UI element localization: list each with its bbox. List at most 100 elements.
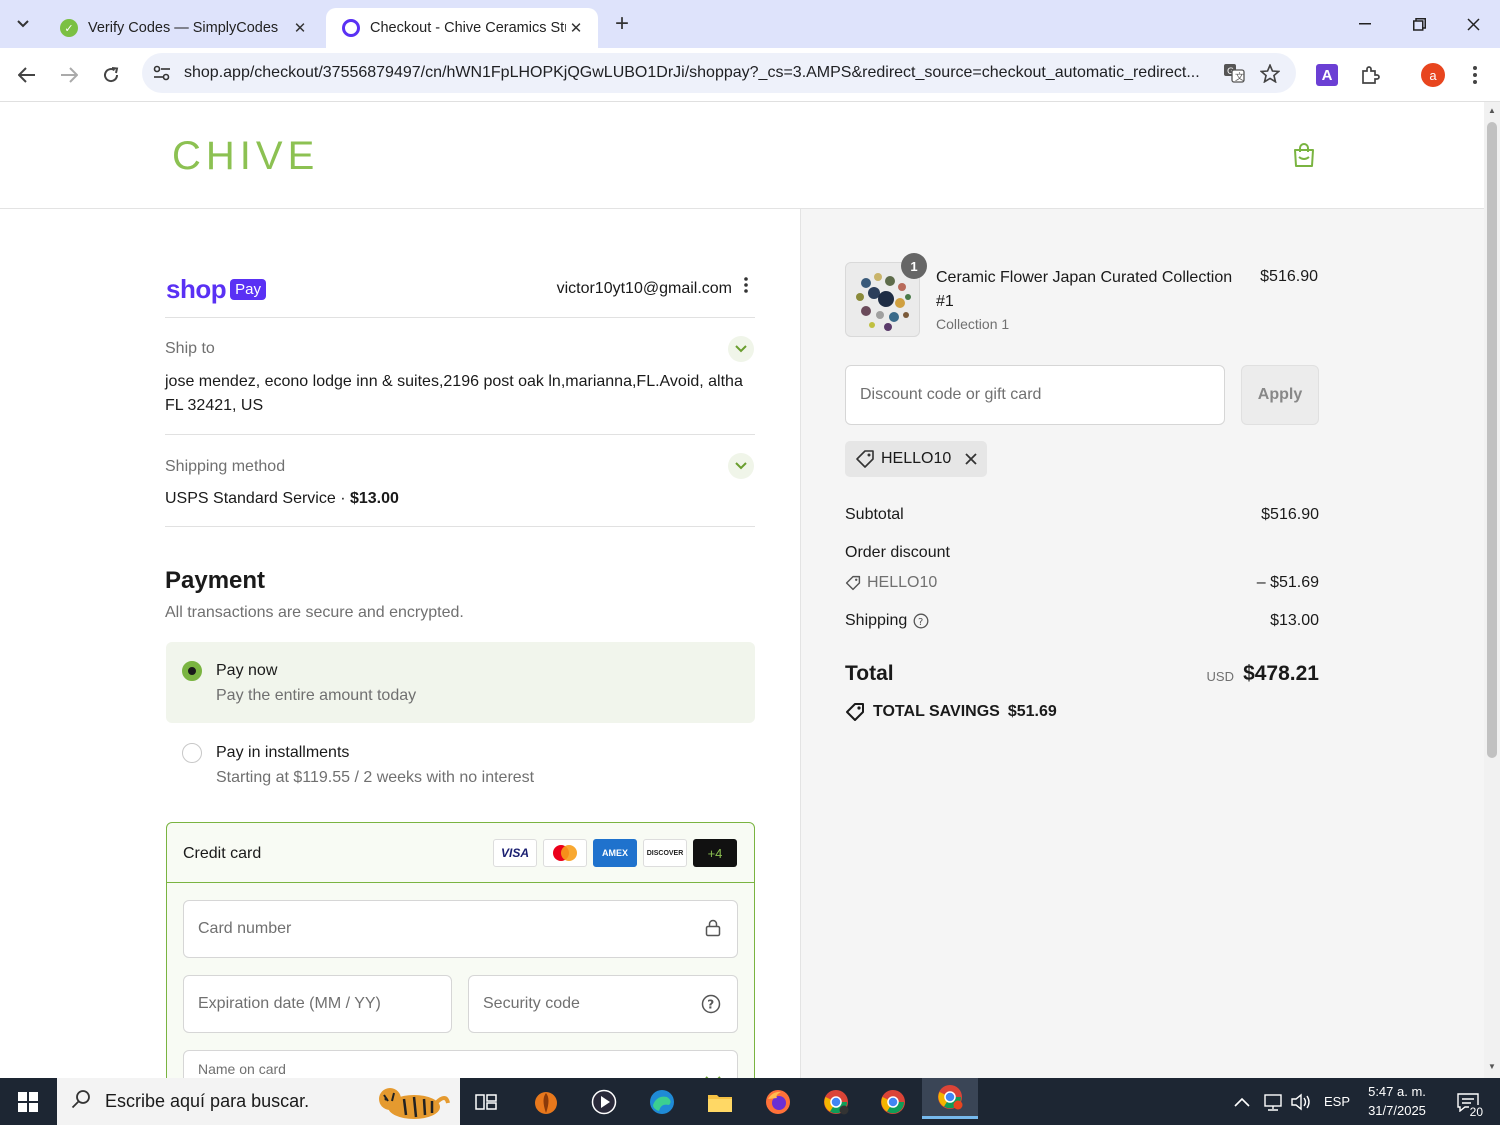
folder-icon [708,1095,732,1112]
tab-search-button[interactable] [6,8,40,40]
pay-now-radio[interactable] [182,661,202,681]
pay-installments-option[interactable]: Pay in installments Starting at $119.55 … [166,724,755,804]
account-menu-button[interactable] [738,276,754,299]
credit-card-header[interactable]: Credit card VISA AMEX DISCOVER +4 [167,823,754,883]
cart-button[interactable] [1292,142,1316,168]
chrome-profile-a-button[interactable] [922,1078,978,1119]
card-number-placeholder: Card number [198,920,292,937]
pay-now-option[interactable]: Pay now Pay the entire amount today [166,642,755,723]
minimize-icon [1359,23,1371,25]
shop-pay-logo: shop Pay [166,274,266,305]
language-indicator[interactable]: ESP [1324,1078,1350,1125]
reload-button[interactable] [94,58,128,92]
ship-to-expand-button[interactable] [728,336,754,362]
firefox-icon [766,1090,790,1114]
close-icon[interactable]: ✕ [290,19,310,37]
savings-label: TOTAL SAVINGS [873,703,1000,720]
network-button[interactable] [1262,1078,1284,1125]
tab-checkout[interactable]: Checkout - Chive Ceramics Stud ✕ [326,8,598,48]
chrome-button[interactable] [873,1084,913,1120]
credit-card-title: Credit card [183,845,262,862]
puzzle-icon [1362,66,1380,84]
show-hidden-icons-button[interactable] [1234,1078,1250,1125]
media-player-button[interactable] [584,1084,624,1120]
subtotal-row: Subtotal $516.90 [845,506,1319,524]
tab-verify-codes[interactable]: ✓ Verify Codes — SimplyCodes ✕ [44,8,322,48]
taskbar-search[interactable]: Escribe aquí para buscar. [57,1078,460,1125]
option-title: Pay in installments [216,744,350,761]
forward-button[interactable] [52,58,86,92]
security-code-field[interactable]: Security code ? [468,975,738,1033]
help-icon[interactable]: ? [701,994,721,1019]
taskbar-app-1[interactable] [526,1084,566,1120]
svg-text:?: ? [707,998,714,1012]
scrollbar-thumb[interactable] [1487,122,1497,758]
minimize-button[interactable] [1338,0,1392,48]
product-price: $516.90 [1260,268,1318,285]
close-icon[interactable]: ✕ [566,19,586,37]
chevron-down-icon [17,20,29,28]
pay-installments-radio[interactable] [182,743,202,763]
extension-a-icon: A [1316,64,1338,86]
restore-icon [1412,17,1426,31]
new-tab-button[interactable]: + [608,10,636,38]
close-icon [1466,17,1480,31]
profile-button[interactable]: a [1418,60,1448,90]
translate-button[interactable]: G文 [1216,55,1252,91]
scroll-up-icon[interactable]: ▲ [1487,106,1497,115]
scroll-down-icon[interactable]: ▼ [1487,1062,1497,1071]
volume-button[interactable] [1290,1078,1312,1125]
tab-title: Verify Codes — SimplyCodes [88,20,279,36]
extensions-button[interactable] [1355,60,1385,90]
help-icon[interactable]: ? [913,613,929,629]
account-email: victor10yt10@gmail.com [556,280,732,297]
chrome-profile-v-button[interactable] [816,1084,856,1120]
back-button[interactable] [10,58,44,92]
tag-icon [845,575,861,591]
file-explorer-button[interactable] [700,1084,740,1120]
apply-button[interactable]: Apply [1241,365,1319,425]
total-savings: TOTAL SAVINGS $51.69 [845,702,1057,722]
address-bar[interactable]: shop.app/checkout/37556879497/cn/hWN1FpL… [142,53,1296,93]
payment-subtitle: All transactions are secure and encrypte… [165,604,464,621]
shipping-method-value[interactable]: USPS Standard Service · $13.00 [165,487,755,511]
order-discount-row: Order discount [845,544,1319,562]
shipping-method-expand-button[interactable] [728,453,754,479]
discount-amount: – $51.69 [1256,574,1319,591]
credit-card-section: Credit card VISA AMEX DISCOVER +4 Card n… [166,822,755,1078]
start-button[interactable] [0,1078,56,1125]
notification-count: 20 [1468,1105,1484,1119]
speaker-icon [1291,1093,1310,1110]
notifications-button[interactable]: 20 [1450,1078,1486,1125]
task-view-button[interactable] [466,1084,506,1120]
chevron-down-icon [735,345,747,353]
search-icon [71,1089,95,1114]
tag-icon [856,450,874,468]
clock[interactable]: 5:47 a. m. 31/7/2025 [1360,1082,1434,1120]
extension-a-button[interactable]: A [1312,60,1342,90]
quantity-badge: 1 [901,253,927,279]
page-scrollbar[interactable]: ▲ ▼ [1484,102,1500,1078]
menu-button[interactable] [1460,60,1490,90]
close-window-button[interactable] [1446,0,1500,48]
discount-code-input[interactable] [845,365,1225,425]
name-on-card-field[interactable]: Name on card [183,1050,738,1078]
restore-button[interactable] [1392,0,1446,48]
site-info-button[interactable] [144,55,180,91]
store-logo[interactable]: CHIVE [172,134,319,179]
site-header: CHIVE [0,102,1484,209]
kebab-menu-icon [744,277,748,293]
bookmark-button[interactable] [1252,55,1288,91]
reload-icon [104,67,119,83]
order-discount-label: Order discount [845,544,950,561]
card-number-field[interactable]: Card number [183,900,738,958]
search-placeholder: Escribe aquí para buscar. [105,1091,310,1111]
remove-discount-button[interactable] [965,449,977,470]
expiration-date-field[interactable]: Expiration date (MM / YY) [183,975,452,1033]
ship-to-address[interactable]: jose mendez, econo lodge inn & suites,21… [165,370,755,418]
edge-button[interactable] [642,1084,682,1120]
checkout-page: CHIVE shop Pay victor10yt10@gmail.com Sh… [0,102,1484,1078]
mastercard-icon [553,845,577,861]
firefox-button[interactable] [758,1084,798,1120]
url-text[interactable]: shop.app/checkout/37556879497/cn/hWN1FpL… [184,64,1216,82]
